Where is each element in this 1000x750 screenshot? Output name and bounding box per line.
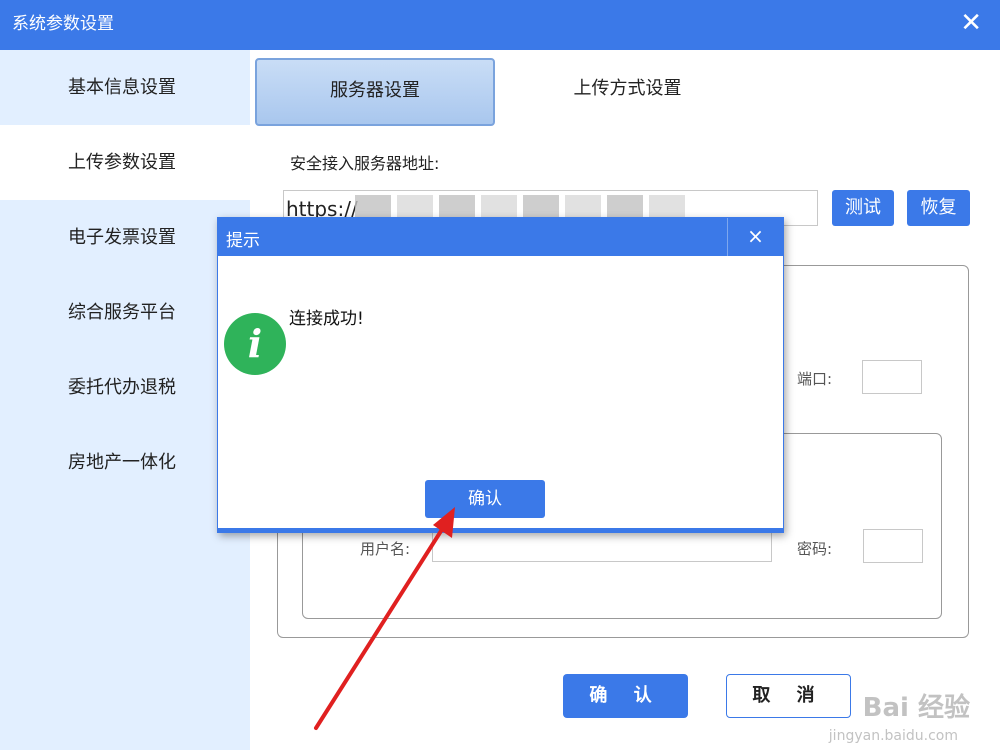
watermark-url: jingyan.baidu.com bbox=[828, 728, 958, 744]
dialog-title: 提示 bbox=[226, 231, 260, 251]
sidebar-item-real-estate[interactable]: 房地产一体化 bbox=[0, 425, 250, 500]
dialog-close-icon[interactable]: × bbox=[727, 218, 783, 256]
test-button[interactable]: 测试 bbox=[832, 190, 894, 226]
confirm-button[interactable]: 确 认 bbox=[563, 674, 688, 718]
dialog-message: 连接成功! bbox=[289, 309, 364, 329]
redacted-address bbox=[355, 195, 685, 217]
port-label: 端口: bbox=[797, 370, 833, 388]
sidebar-item-tax-refund[interactable]: 委托代办退税 bbox=[0, 350, 250, 425]
dialog-ok-button[interactable]: 确认 bbox=[425, 480, 545, 518]
password-input[interactable] bbox=[863, 529, 923, 563]
username-label: 用户名: bbox=[360, 540, 411, 558]
message-dialog: 提示 × i 连接成功! 确认 bbox=[217, 217, 784, 533]
watermark-logo: Bai 经验 bbox=[862, 693, 970, 723]
window-titlebar: 系统参数设置 ✕ bbox=[0, 0, 1000, 50]
sidebar-item-upload-params[interactable]: 上传参数设置 bbox=[0, 125, 250, 200]
tab-upload-method[interactable]: 上传方式设置 bbox=[510, 58, 745, 126]
port-input[interactable] bbox=[862, 360, 922, 394]
username-input[interactable] bbox=[432, 530, 772, 562]
password-label: 密码: bbox=[797, 540, 833, 558]
dialog-titlebar: 提示 × bbox=[218, 218, 783, 256]
dialog-bottom-border bbox=[218, 528, 783, 532]
server-address-label: 安全接入服务器地址: bbox=[290, 154, 440, 173]
sidebar-item-basic-info[interactable]: 基本信息设置 bbox=[0, 50, 250, 125]
window-title: 系统参数设置 bbox=[12, 14, 114, 34]
sidebar-item-service-platform[interactable]: 综合服务平台 bbox=[0, 275, 250, 350]
sidebar-item-e-invoice[interactable]: 电子发票设置 bbox=[0, 200, 250, 275]
info-icon: i bbox=[224, 313, 286, 375]
restore-button[interactable]: 恢复 bbox=[907, 190, 970, 226]
tab-server-settings[interactable]: 服务器设置 bbox=[255, 58, 495, 126]
sidebar: 基本信息设置 上传参数设置 电子发票设置 综合服务平台 委托代办退税 房地产一体… bbox=[0, 50, 250, 750]
window-close-icon[interactable]: ✕ bbox=[960, 8, 982, 38]
cancel-button[interactable]: 取 消 bbox=[726, 674, 851, 718]
